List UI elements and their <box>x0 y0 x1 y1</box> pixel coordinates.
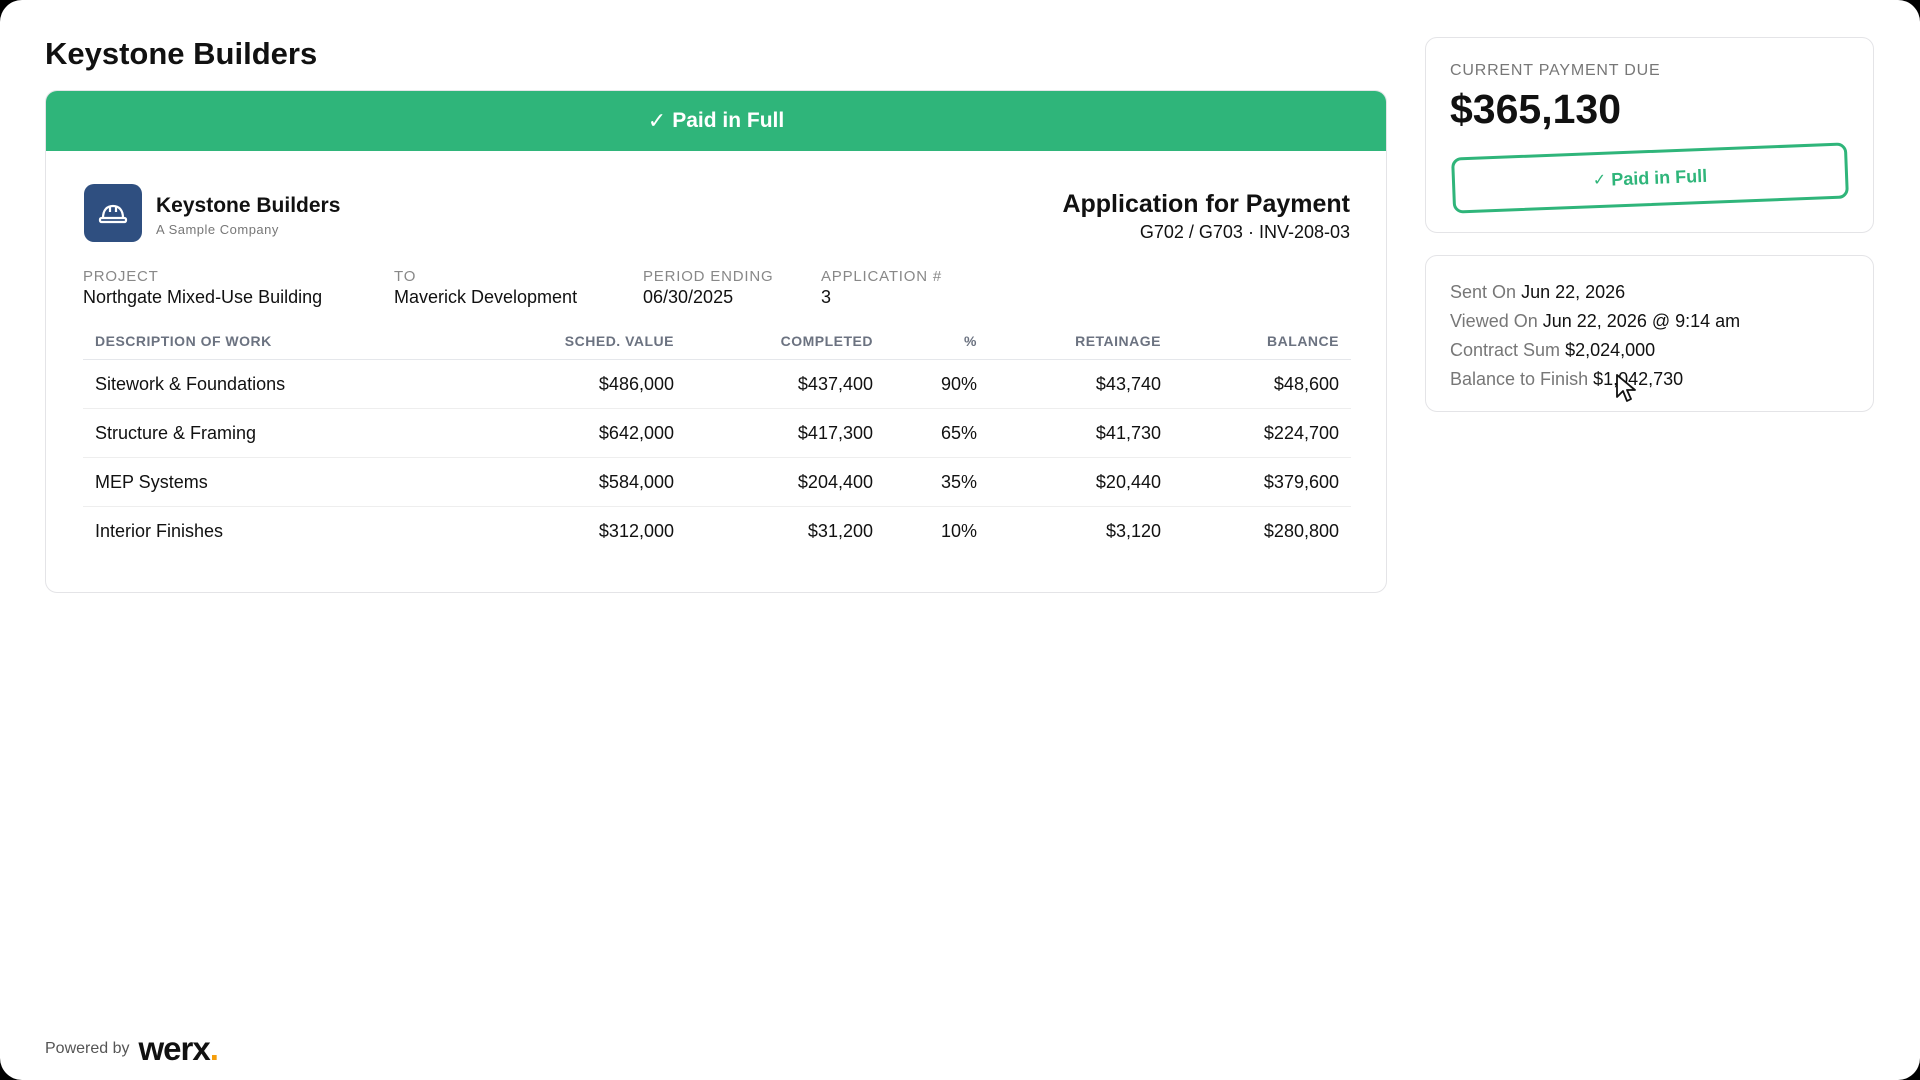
detail-contract-sum: Contract Sum $2,024,000 <box>1450 336 1849 365</box>
table-cell: $31,200 <box>807 520 873 541</box>
page-title: Keystone Builders <box>45 36 318 71</box>
powered-by-footer: Powered by werx. <box>45 1030 219 1068</box>
detail-label: Viewed On <box>1450 311 1538 331</box>
column-header: SCHED. VALUE <box>537 323 686 360</box>
table-cell: $312,000 <box>598 520 674 541</box>
table-cell: $41,730 <box>989 408 1173 458</box>
app-frame: Keystone Builders ✓ Paid in Full Keyston… <box>0 0 1920 1080</box>
detail-balance-to-finish: Balance to Finish $1,042,730 <box>1450 365 1849 394</box>
powered-by-label: Powered by <box>45 1040 130 1057</box>
paid-banner-label: Paid in Full <box>672 109 785 132</box>
table-cell: MEP Systems <box>83 457 537 507</box>
hard-hat-icon <box>84 184 142 242</box>
meta-application-number: APPLICATION # 3 <box>821 268 942 308</box>
column-header: BALANCE <box>1173 323 1351 360</box>
brand-name: Keystone Builders <box>156 194 341 217</box>
table-row: Interior Finishes $312,000 $31,200 10% $… <box>83 507 1351 556</box>
table-cell: $280,800 <box>1263 520 1339 541</box>
detail-value: Jun 22, 2026 <box>1521 282 1626 302</box>
mouse-cursor-icon <box>1616 374 1636 402</box>
table-row: MEP Systems $584,000 $204,400 35% $20,44… <box>83 457 1351 507</box>
meta-label: PROJECT <box>83 268 159 285</box>
table-cell: $437,400 <box>686 359 885 409</box>
meta-to: TO Maverick Development <box>394 268 577 308</box>
detail-value: Jun 22, 2026 @ 9:14 am <box>1542 311 1741 331</box>
invoice-card: ✓ Paid in Full Keystone Builders A Sampl… <box>45 90 1387 593</box>
meta-value: Northgate Mixed-Use Building <box>83 287 323 307</box>
meta-value: 3 <box>821 287 832 307</box>
detail-label: Balance to Finish <box>1450 369 1589 389</box>
werx-logo-link[interactable]: werx. <box>139 1030 219 1068</box>
meta-label: TO <box>394 268 417 285</box>
meta-value: 06/30/2025 <box>643 287 734 307</box>
table-cell: $379,600 <box>1173 457 1351 507</box>
table-cell: 90% <box>885 359 989 409</box>
column-header: RETAINAGE <box>989 323 1173 360</box>
werx-logo-dot: . <box>209 1030 219 1067</box>
table-cell: Interior Finishes <box>95 520 224 541</box>
table-cell: $48,600 <box>1173 359 1351 409</box>
meta-label: PERIOD ENDING <box>643 268 774 285</box>
paid-stamp-label: Paid in Full <box>1610 165 1708 189</box>
column-header: COMPLETED <box>686 323 885 360</box>
paid-stamp: ✓ Paid in Full <box>1451 142 1849 214</box>
table-cell: $642,000 <box>537 408 686 458</box>
table-cell: 65% <box>885 408 989 458</box>
table-cell: $3,120 <box>1105 520 1161 541</box>
meta-label: APPLICATION # <box>821 268 942 285</box>
column-header: DESCRIPTION OF WORK <box>83 323 537 360</box>
column-header: % <box>885 323 989 360</box>
table-cell: $584,000 <box>537 457 686 507</box>
table-row: Structure & Framing $642,000 $417,300 65… <box>83 408 1351 458</box>
schedule-of-values-table: DESCRIPTION OF WORK SCHED. VALUE COMPLET… <box>83 323 1351 555</box>
detail-sent-on: Sent On Jun 22, 2026 <box>1450 278 1849 307</box>
table-cell: $20,440 <box>989 457 1173 507</box>
table-header-row: DESCRIPTION OF WORK SCHED. VALUE COMPLET… <box>83 323 1351 360</box>
meta-value: Maverick Development <box>394 287 578 307</box>
detail-viewed-on: Viewed On Jun 22, 2026 @ 9:14 am <box>1450 307 1849 336</box>
table-cell: Sitework & Foundations <box>83 359 537 409</box>
paid-banner: ✓ Paid in Full <box>46 91 1386 151</box>
invoice-header: Keystone Builders A Sample Company Appli… <box>84 184 1350 246</box>
detail-label: Contract Sum <box>1450 340 1561 360</box>
detail-label: Sent On <box>1450 282 1517 302</box>
check-icon: ✓ <box>647 108 667 133</box>
document-subtitle: G702 / G703 · INV-208-03 <box>1139 222 1350 242</box>
table-cell: 10% <box>940 520 977 541</box>
table-cell: 35% <box>885 457 989 507</box>
table-cell: Structure & Framing <box>83 408 537 458</box>
detail-value: $2,024,000 <box>1565 340 1656 360</box>
payment-due-amount: $365,130 <box>1450 86 1622 132</box>
table-cell: $204,400 <box>686 457 885 507</box>
meta-project: PROJECT Northgate Mixed-Use Building <box>83 268 322 308</box>
payment-due-label: CURRENT PAYMENT DUE <box>1450 62 1661 79</box>
werx-logo: werx <box>138 1030 211 1067</box>
table-cell: $417,300 <box>686 408 885 458</box>
table-cell: $224,700 <box>1173 408 1351 458</box>
table-cell: $43,740 <box>989 359 1173 409</box>
meta-period: PERIOD ENDING 06/30/2025 <box>643 268 773 308</box>
check-icon: ✓ <box>1592 171 1607 190</box>
table-cell: $486,000 <box>537 359 686 409</box>
brand-tagline: A Sample Company <box>156 222 279 237</box>
details-card: Sent On Jun 22, 2026 Viewed On Jun 22, 2… <box>1425 255 1874 412</box>
payment-due-card: CURRENT PAYMENT DUE $365,130 ✓ Paid in F… <box>1425 37 1874 233</box>
document-title: Application for Payment <box>1062 190 1350 218</box>
table-row: Sitework & Foundations $486,000 $437,400… <box>83 359 1351 409</box>
